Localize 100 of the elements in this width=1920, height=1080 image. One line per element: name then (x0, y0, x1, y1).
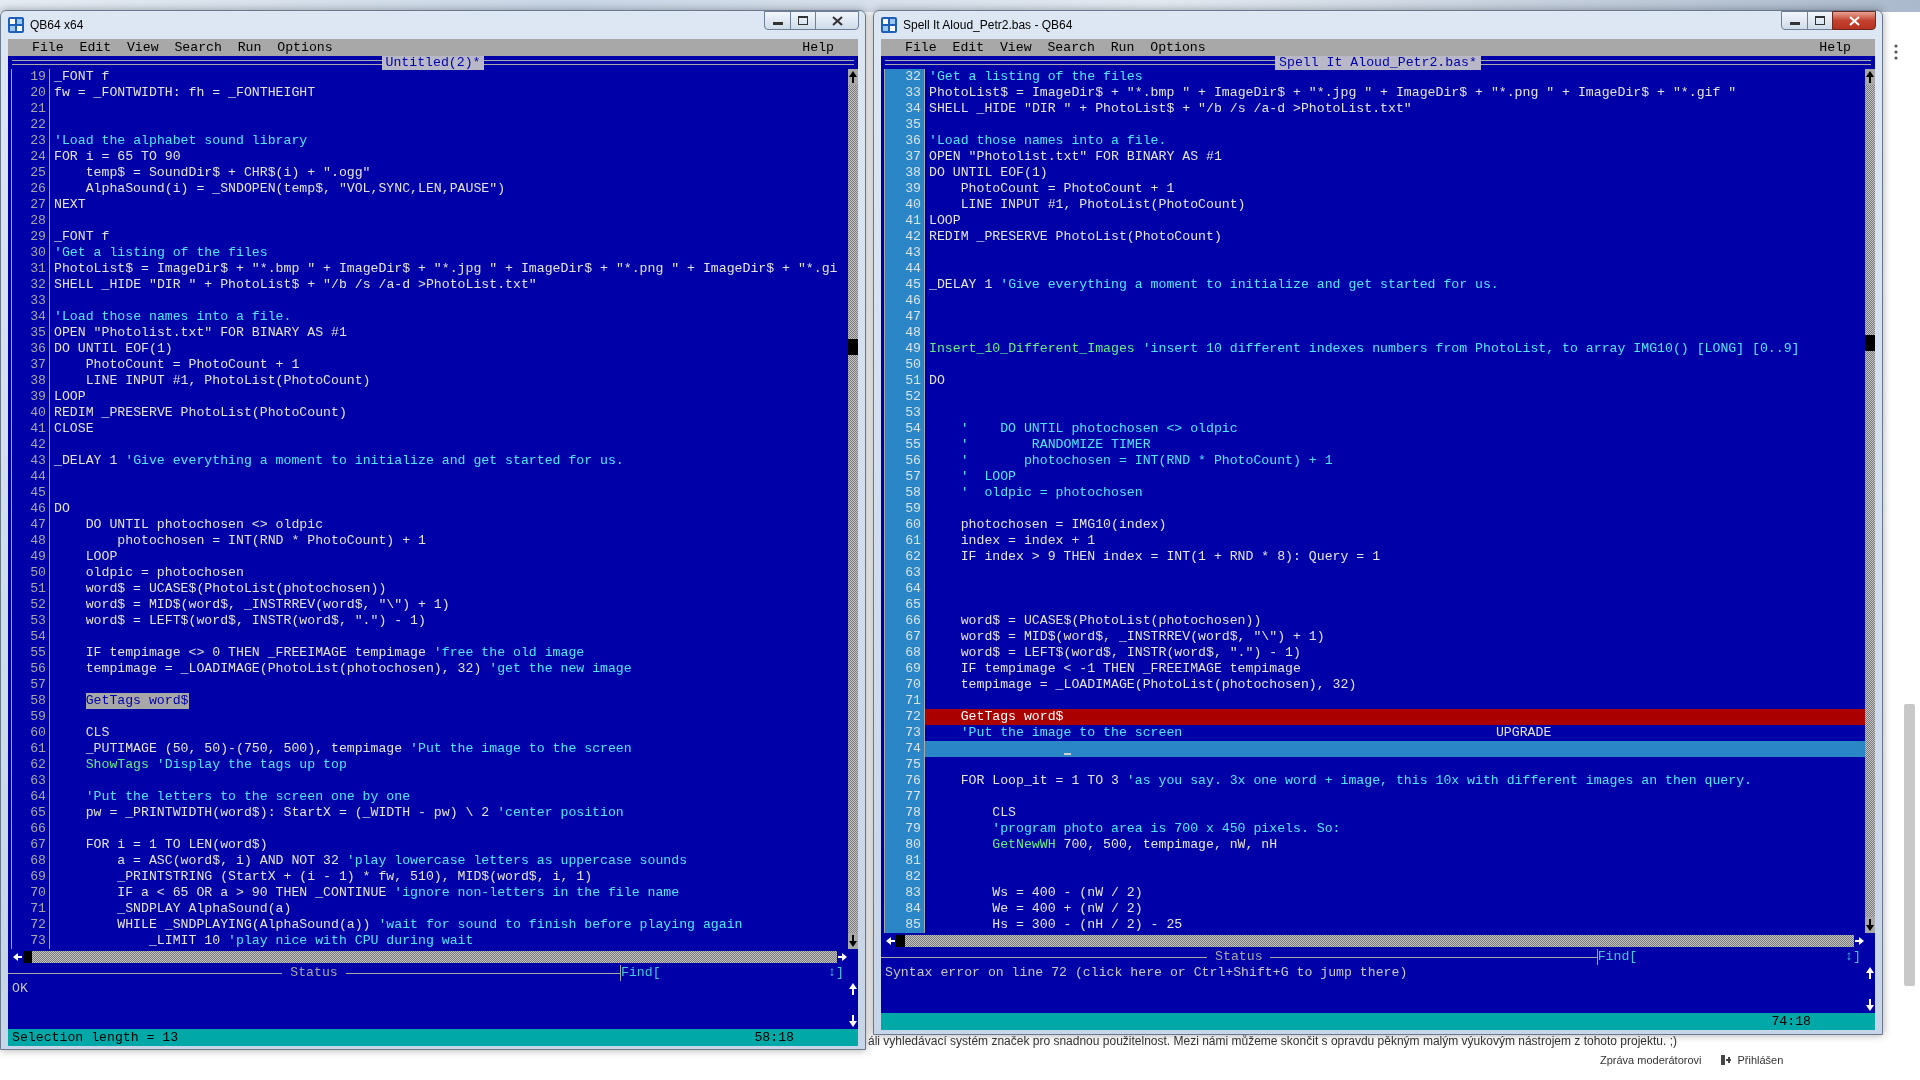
scrollbar[interactable] (1865, 85, 1875, 917)
code-text: We = 400 + (nW / 2) (992, 901, 1143, 917)
code-text: photochosen = INT(RND * PhotoCount) + 1 (117, 533, 426, 549)
scrollbar[interactable] (896, 935, 1854, 947)
code-text: tempimage = _LOADIMAGE(PhotoList(photochosen), 32) (960, 677, 1357, 693)
close-button[interactable] (1832, 11, 1876, 30)
line-number: 81 (885, 853, 925, 869)
minimize-button[interactable] (1781, 11, 1808, 30)
line-number: 19 (12, 69, 50, 85)
scrollbar-thumb[interactable] (1865, 334, 1875, 351)
line-number: 37 (12, 357, 50, 373)
line-number: 64 (885, 581, 925, 597)
menu-item[interactable]: Search (174, 40, 222, 55)
scrollbar[interactable] (23, 951, 837, 963)
status-message[interactable]: Syntax error on line 72 (click here or Ctrl+Shift+G to jump there) (885, 965, 1865, 981)
line-number: 60 (885, 517, 925, 533)
scroll-down-icon[interactable] (1865, 917, 1875, 933)
line-number: 36 (12, 341, 50, 357)
line-number: 60 (12, 725, 50, 741)
window-title: Spell It Aloud_Petr2.bas - QB64 (903, 18, 1074, 32)
menu-item[interactable]: File (905, 40, 937, 55)
scroll-up-icon[interactable] (1865, 965, 1875, 981)
code-text: SHELL _HIDE "DIR " + PhotoList$ + "/b /s /a-d >PhotoList.txt" (929, 101, 1412, 117)
line-number: 49 (12, 549, 50, 565)
scroll-down-icon[interactable] (1865, 997, 1875, 1013)
status-message[interactable]: OK (12, 981, 848, 997)
scrollbar-thumb[interactable] (896, 935, 905, 947)
line-number: 83 (885, 885, 925, 901)
code-comment: 'program photo area is 700 x 450 pixels. So: (992, 821, 1341, 837)
scroll-up-icon[interactable] (848, 981, 858, 997)
menu-item[interactable]: Options (1150, 40, 1206, 55)
menu-item[interactable]: View (126, 40, 159, 55)
editor-note: UPGRADE (1495, 725, 1552, 741)
line-number: 68 (12, 853, 50, 869)
code-text: word$ = MID$(word$, _INSTRREV(word$, "\") + 1) (960, 629, 1325, 645)
scroll-up-icon[interactable] (848, 69, 858, 85)
code-comment: 'Give everything a moment to initialize and get started for us. (1000, 277, 1499, 293)
scrollbar-thumb[interactable] (23, 951, 32, 963)
maximize-button[interactable] (1807, 11, 1833, 30)
report-link[interactable]: Zpráva moderátorovi (1600, 1054, 1702, 1066)
line-number: 38 (885, 165, 925, 181)
line-number: 49 (885, 341, 925, 357)
line-number: 68 (885, 645, 925, 661)
menu-item[interactable]: Help (1819, 40, 1851, 55)
menu-item[interactable]: Run (237, 40, 262, 55)
line-number: 67 (12, 837, 50, 853)
line-number: 50 (12, 565, 50, 581)
close-icon (1848, 15, 1860, 26)
scroll-down-icon[interactable] (848, 1013, 858, 1029)
code-text: PhotoCount = PhotoCount + 1 (960, 181, 1175, 197)
scroll-up-icon[interactable] (1865, 69, 1875, 85)
code-text: ShowTags (85, 757, 149, 773)
code-text: Hs = 300 - (nH / 2) - 25 (992, 917, 1183, 933)
selection-info: Selection length = 13 (12, 1030, 179, 1045)
line-number: 69 (885, 661, 925, 677)
code-comment: 'wait for sound to finish before playing again (378, 917, 743, 933)
menu-item[interactable]: Run (1110, 40, 1135, 55)
line-number: 26 (12, 181, 50, 197)
scrollbar-thumb[interactable] (848, 339, 858, 356)
menu-item[interactable]: Options (277, 40, 333, 55)
line-number: 48 (885, 325, 925, 341)
close-button[interactable] (815, 11, 859, 30)
menu-item[interactable]: View (999, 40, 1032, 55)
line-number: 59 (885, 501, 925, 517)
code-comment: 'insert 10 different indexes numbers from PhotoList, to array IMG10() [LONG] [0..9] (1142, 341, 1800, 357)
maximize-button[interactable] (790, 11, 816, 30)
scrollbar[interactable] (848, 85, 858, 933)
find-toggle[interactable]: ↕] (1845, 949, 1861, 965)
find-toggle[interactable]: ↕] (828, 965, 844, 981)
scroll-down-icon[interactable] (848, 933, 858, 949)
code-text: fw = _FONTWIDTH: fh = _FONTHEIGHT (54, 85, 316, 101)
menu-icon[interactable] (1893, 44, 1899, 60)
menu-item[interactable]: Search (1047, 40, 1095, 55)
code-comment: 'as you say. 3x one word + image, this 10x with different images an then query. (1126, 773, 1753, 789)
code-comment: 'center position (497, 805, 624, 821)
minimize-button[interactable] (764, 11, 791, 30)
code-text: DO UNTIL EOF(1) (54, 341, 173, 357)
menu-item[interactable]: Edit (952, 40, 985, 55)
code-text: DO (54, 501, 70, 517)
line-number: 52 (885, 389, 925, 405)
code-text: FOR i = 1 TO LEN(word$) (85, 837, 268, 853)
code-text: _PRINTSTRING (StartX + (i - 1) * fw, 510), MID$(word$, i, 1) (117, 869, 593, 885)
menu-item[interactable]: Edit (79, 40, 112, 55)
maximize-icon (1815, 16, 1825, 25)
find-field[interactable]: Find[ (1597, 949, 1638, 965)
line-number: 45 (885, 277, 925, 293)
line-number: 65 (885, 597, 925, 613)
line-number: 70 (885, 677, 925, 693)
menu-item[interactable]: Help (802, 40, 834, 55)
code-text: Insert_10_Different_Images (929, 341, 1135, 357)
line-number: 82 (885, 869, 925, 885)
code-text: NEXT (54, 197, 86, 213)
find-field[interactable]: Find[ (621, 965, 661, 981)
line-number: 33 (12, 293, 50, 309)
line-number: 65 (12, 805, 50, 821)
line-number: 47 (885, 309, 925, 325)
scrollbar[interactable] (1904, 704, 1915, 986)
menu-item[interactable]: File (32, 40, 64, 55)
line-number: 74 (885, 741, 925, 757)
code-text: oldpic = photochosen (85, 565, 244, 581)
